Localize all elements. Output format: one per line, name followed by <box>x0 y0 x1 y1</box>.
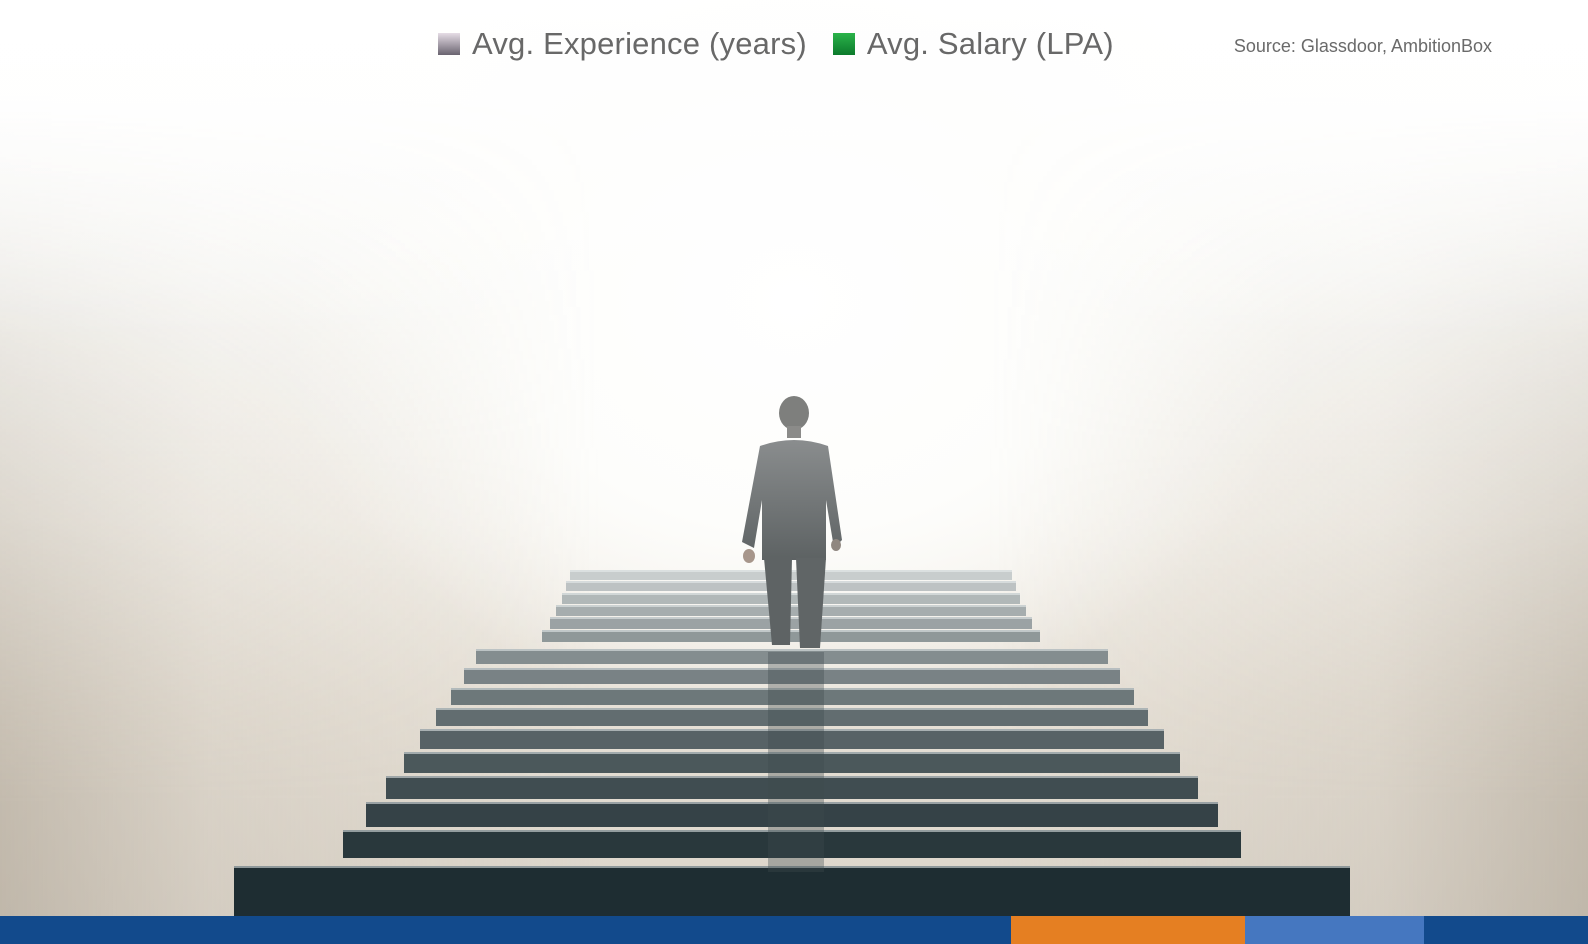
source-caption: Source: Glassdoor, AmbitionBox <box>1233 36 1492 56</box>
stair-step <box>234 866 1350 916</box>
stair-edge <box>476 649 1108 651</box>
legend-item-experience: Avg. Experience (years) <box>438 26 807 62</box>
experience-swatch <box>438 33 460 55</box>
bottom-color-bar <box>0 916 1588 944</box>
legend-label-salary: Avg. Salary (LPA) <box>866 26 1114 61</box>
stair-edge <box>550 617 1032 619</box>
salary-swatch <box>832 33 855 55</box>
slide-canvas: Avg. Experience (years) Avg. Salary (LPA… <box>0 0 1588 944</box>
stair-edge <box>542 630 1040 632</box>
stair-edge <box>556 605 1026 607</box>
chart-legend: Avg. Experience (years) Avg. Salary (LPA… <box>438 22 1140 66</box>
legend-item-salary: Avg. Salary (LPA) <box>832 26 1114 62</box>
legend-label-experience: Avg. Experience (years) <box>472 26 807 61</box>
bottom-bar-segment-orange <box>1011 916 1245 944</box>
staircase-illustration <box>0 0 1588 916</box>
bottom-bar-segment-light-blue <box>1245 916 1424 944</box>
bottom-bar-segment-blue <box>0 916 1011 944</box>
bottom-bar-segment-dark-blue <box>1424 916 1588 944</box>
